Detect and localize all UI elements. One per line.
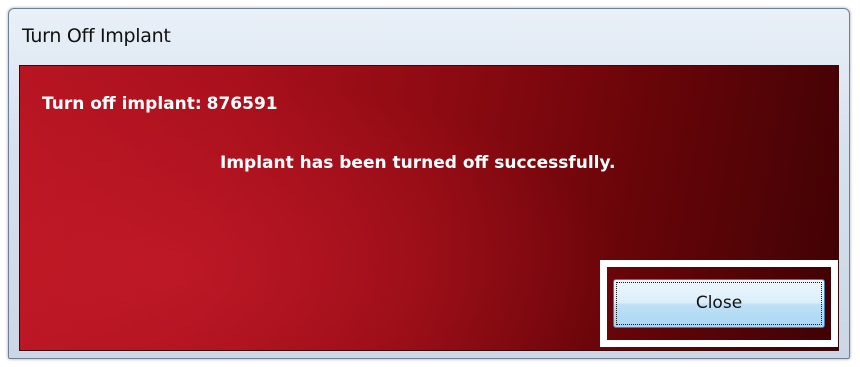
title-bar[interactable]: Turn Off Implant [9, 9, 849, 61]
close-button[interactable]: Close [613, 279, 825, 328]
window-title: Turn Off Implant [22, 25, 171, 47]
implant-id-value: 876591 [206, 94, 278, 114]
success-message: Implant has been turned off successfully… [220, 153, 616, 173]
turn-off-implant-label: Turn off implant: 876591 [42, 94, 278, 114]
turn-off-label-text: Turn off implant: [42, 94, 202, 114]
